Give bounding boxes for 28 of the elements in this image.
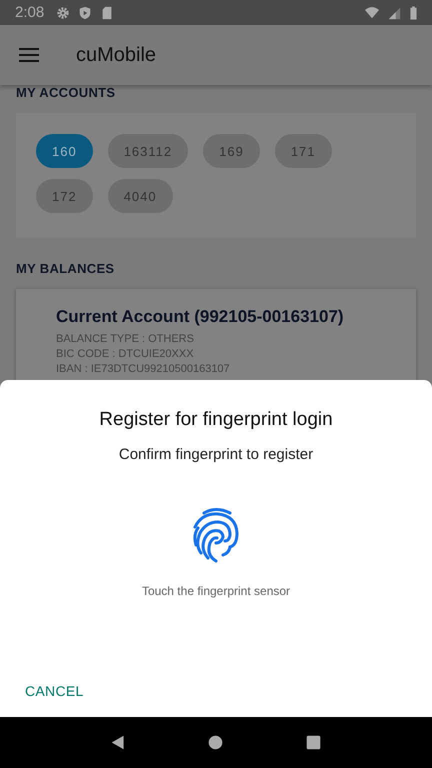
- account-chip[interactable]: 160: [36, 134, 93, 168]
- recents-icon[interactable]: [304, 734, 322, 751]
- sd-card-icon: [100, 6, 114, 20]
- account-chip[interactable]: 172: [36, 179, 93, 213]
- wifi-icon: [365, 6, 379, 20]
- app-title: cuMobile: [76, 44, 156, 66]
- account-detail: IBAN : IE73DTCU99210500163107: [56, 362, 231, 377]
- account-chip[interactable]: 163112: [108, 134, 188, 168]
- account-title: Current Account (992105-00163107): [56, 307, 345, 327]
- account-detail: BALANCE TYPE : OTHERS: [56, 332, 195, 347]
- account-chip[interactable]: 171: [274, 134, 332, 168]
- status-time: 2:08: [15, 4, 44, 21]
- dialog-title: Register for fingerprint login: [99, 409, 333, 431]
- fingerprint-icon: [192, 507, 240, 563]
- dialog-hint: Touch the fingerprint sensor: [142, 584, 290, 598]
- menu-icon[interactable]: [19, 47, 39, 63]
- account-chip[interactable]: 169: [203, 134, 260, 168]
- home-icon[interactable]: [207, 734, 224, 751]
- section-heading: MY BALANCES: [16, 262, 116, 278]
- account-detail: BIC CODE : DTCUIE20XXX: [56, 347, 195, 362]
- shield-icon: [78, 6, 92, 20]
- section-heading: MY ACCOUNTS: [16, 86, 116, 102]
- battery-icon: [409, 6, 418, 20]
- dialog-subtitle: Confirm fingerprint to register: [118, 446, 314, 463]
- signal-icon: [387, 6, 401, 20]
- cancel-button[interactable]: CANCEL: [17, 679, 92, 703]
- account-chip[interactable]: 4040: [108, 179, 173, 213]
- gear-icon: [56, 6, 70, 20]
